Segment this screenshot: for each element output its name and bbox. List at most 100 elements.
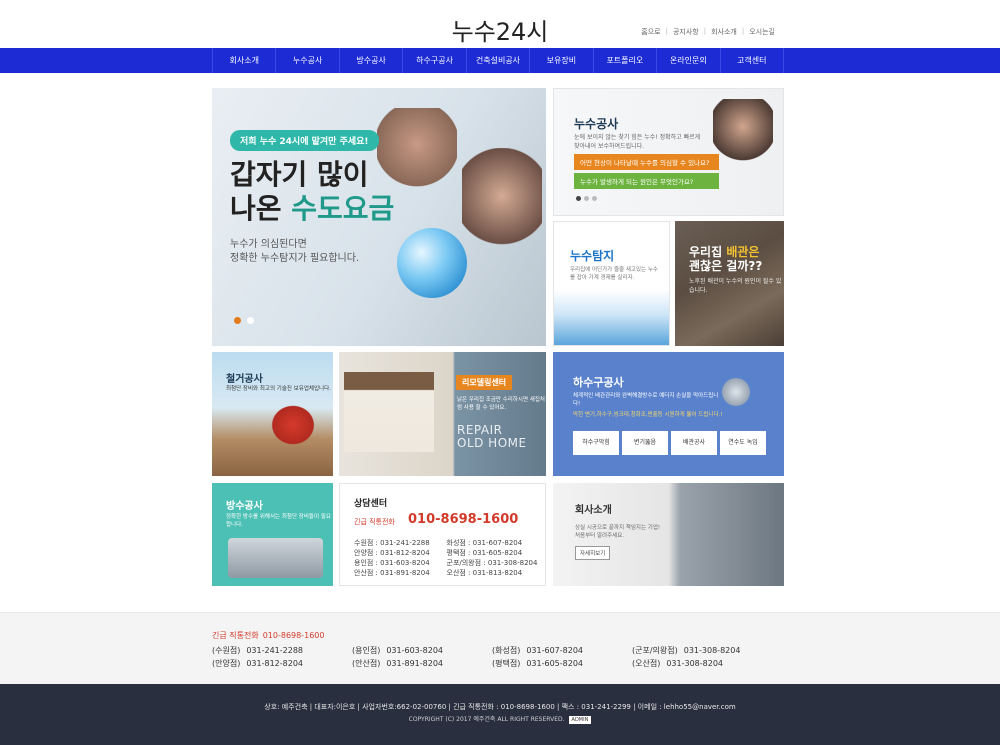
footer-copyright: COPYRIGHT (C) 2017 예주건축 ALL RIGHT RESERV…: [408, 716, 565, 723]
hero-badge: 저희 누수 24시에 맡겨만 주세요!: [230, 130, 379, 151]
pager-dot[interactable]: [584, 196, 589, 201]
remodel-banner[interactable]: 리모델링센터 낡은 우리집 조금만 수리하시면 새집처럼 사용 할 수 있어요.…: [339, 352, 546, 476]
nav-item-support[interactable]: 고객센터: [719, 48, 784, 73]
leak-pager: [576, 196, 597, 201]
footer-branch: (화성점) 031-607-8204: [492, 645, 632, 656]
separator: |: [741, 27, 745, 35]
remodel-big-text: REPAIR OLD HOME: [457, 424, 527, 450]
footer-branch-tel: 031-812-8204: [246, 659, 303, 668]
consult-center: 상담센터 긴급 직통전화 010-8698-1600 수원점 : 031-241…: [339, 483, 546, 586]
piping-button[interactable]: 배관공사: [671, 431, 717, 455]
footer-branch-grid: (수원점) 031-241-2288 (용인점) 031-603-8204 (화성점…: [212, 645, 772, 669]
branch-item: 안양점 : 031-812-8204: [354, 549, 430, 557]
footer-copyright-row: COPYRIGHT (C) 2017 예주건축 ALL RIGHT RESERV…: [0, 714, 1000, 724]
demolition-title: 철거공사: [226, 374, 263, 385]
thaw-button[interactable]: 연수도 녹임: [720, 431, 766, 455]
equipment-kit-image: [228, 538, 323, 578]
nav-item-waterproof[interactable]: 방수공사: [338, 48, 402, 73]
remodel-big-2: OLD HOME: [457, 436, 527, 450]
footer-branch-name: (수원점): [212, 646, 241, 655]
nav-item-sewer[interactable]: 하수구공사: [402, 48, 465, 73]
waterproof-banner[interactable]: 방수공사 정확한 방수를 위해서는 최첨단 장비들이 필요합니다.: [212, 483, 333, 586]
consult-emergency-tel[interactable]: 010-8698-1600: [408, 512, 518, 527]
hero-headline-highlight: 수도요금: [291, 192, 395, 225]
hero-sub-line2: 정확한 누수탐지가 필요합니다.: [230, 253, 360, 264]
footer-branch-name: (오산점): [632, 659, 661, 668]
pager-dot[interactable]: [247, 317, 254, 324]
demolition-banner[interactable]: 철거공사 최첨단 장비와 최고의 기술진 보유업체입니다.: [212, 352, 333, 476]
hero-headline-line1: 갑자기 많이: [230, 158, 369, 191]
detect-banner[interactable]: 누수탐지 우리집에 어딘가가 줄줄 새고있는 누수를 잡아 가계 경제를 살리자…: [553, 221, 670, 346]
top-link-notice[interactable]: 공지사항: [673, 27, 699, 37]
leak-banner[interactable]: 누수공사 눈에 보이지 않는 찾기 힘든 누수! 정확하고 빠르게 찾아내어 보…: [553, 88, 784, 216]
waterproof-desc: 정확한 방수를 위해서는 최첨단 장비들이 필요합니다.: [226, 514, 331, 528]
leak-title: 누수공사: [574, 117, 619, 131]
admin-button[interactable]: ADMIN: [568, 716, 592, 724]
hero-banner[interactable]: 저희 누수 24시에 맡겨만 주세요! 갑자기 많이 나온 수도요금 누수가 의…: [212, 88, 546, 346]
detect-desc: 우리집에 어딘가가 줄줄 새고있는 누수를 잡아 가계 경제를 살리자.: [570, 267, 658, 281]
leak-question-1[interactable]: 어떤 현상이 나타날때 누수를 의심할 수 있나요?: [574, 154, 719, 170]
top-link-home[interactable]: 홈으로: [641, 27, 660, 37]
remodel-desc: 낡은 우리집 조금만 수리하시면 새집처럼 사용 할 수 있어요.: [457, 397, 545, 411]
footer-contact: 긴급 직통전화 010-8698-1600 (수원점) 031-241-2288 (…: [0, 612, 1000, 684]
footer-branch-tel: 031-308-8204: [683, 646, 741, 655]
footer-emergency: 긴급 직통전화 010-8698-1600: [212, 630, 324, 641]
leak-question-2[interactable]: 누수가 발생하게 되는 원인은 무엇인가요?: [574, 173, 719, 189]
company-banner[interactable]: 회사소개 상실 시공으로 끝까지 책임지는 기업! 처음부터 알려주세요. 자세…: [553, 483, 784, 586]
footer-branch-tel: 031-891-8204: [386, 659, 443, 668]
branch-item: 용인점 : 031-603-8204: [354, 559, 430, 567]
pager-dot[interactable]: [592, 196, 597, 201]
sewer-desc: 체계적인 배관관리와 완벽해결방수로 예더지 손실을 막아드립니다!: [573, 393, 719, 407]
branch-item: 안산점 : 031-891-8204: [354, 569, 430, 577]
nav-item-about[interactable]: 회사소개: [212, 48, 275, 73]
pipe-title-1b: 배관은: [726, 245, 760, 259]
hero-pager: [234, 317, 254, 324]
branch-list: 수원점 : 031-241-2288 화성점 : 031-607-8204 안양…: [354, 538, 539, 578]
pager-dot-active[interactable]: [576, 196, 581, 201]
consult-title: 상담센터: [354, 499, 388, 509]
pipe-banner[interactable]: 우리집 배관은 괜찮은 걸까?? 노후된 배관이 누수의 원인이 될수 있습니다…: [675, 221, 784, 346]
nav-item-leak[interactable]: 누수공사: [275, 48, 338, 73]
pager-dot-active[interactable]: [234, 317, 241, 324]
nav-item-inquiry[interactable]: 온라인문의: [656, 48, 719, 73]
company-desc-1: 상실 시공으로 끝까지 책임지는 기업!: [575, 525, 661, 531]
top-links: 홈으로 | 공지사항 | 회사소개 | 오시는길: [641, 27, 775, 37]
sewer-title: 하수구공사: [573, 376, 624, 389]
hero-woman-image: [462, 148, 542, 308]
pipe-title-2: 괜찮은 걸까??: [689, 259, 763, 273]
demolition-desc: 최첨단 장비와 최고의 기술진 보유업체입니다.: [226, 386, 331, 392]
company-more-button[interactable]: 자세히보기: [575, 546, 611, 560]
separator: |: [703, 27, 707, 35]
footer-branch-tel: 031-605-8204: [526, 659, 583, 668]
separator: |: [665, 27, 668, 35]
sewer-clog-button[interactable]: 하수구막힘: [573, 431, 619, 455]
top-link-directions[interactable]: 오시는길: [749, 27, 775, 37]
detect-title: 누수탐지: [570, 249, 615, 263]
footer-branch-name: (용인점): [352, 646, 381, 655]
branch-item: 화성점 : 031-607-8204: [446, 539, 523, 547]
branch-item: 평택점 : 031-605-8204: [446, 549, 523, 557]
site-logo[interactable]: 누수24시: [0, 12, 1000, 47]
toilet-unclog-button[interactable]: 변기뚫음: [622, 431, 668, 455]
nav-item-equipment[interactable]: 보유장비: [529, 48, 592, 73]
pipe-title-1a: 우리집: [689, 245, 727, 259]
footer-branch-name: (평택점): [492, 659, 521, 668]
nav-item-portfolio[interactable]: 포트폴리오: [592, 48, 656, 73]
nav-item-building[interactable]: 건축설비공사: [465, 48, 529, 73]
pipe-desc: 노후된 배관이 누수의 원인이 될수 있습니다.: [689, 278, 782, 294]
main-nav: 회사소개 누수공사 방수공사 하수구공사 건축설비공사 보유장비 포트폴리오 온…: [0, 48, 1000, 73]
footer-emergency-label: 긴급 직통전화: [212, 631, 259, 640]
sewer-desc-highlight: 막힌 변기,하수구,씽크대,청화조,맨홀등 시원하게 뚫어 드립니다.!: [573, 412, 723, 418]
top-link-about[interactable]: 회사소개: [711, 27, 737, 37]
footer-branch-name: (군포/의왕점): [632, 646, 678, 655]
company-desc-2: 처음부터 알려주세요.: [575, 533, 625, 539]
house-image: [344, 372, 434, 452]
pipe-title: 우리집 배관은 괜찮은 걸까??: [689, 245, 762, 273]
header: 누수24시 홈으로 | 공지사항 | 회사소개 | 오시는길: [0, 0, 1000, 48]
excavator-image: [257, 392, 317, 447]
footer-emergency-tel[interactable]: 010-8698-1600: [263, 631, 325, 640]
footer-branch-tel: 031-308-8204: [666, 659, 723, 668]
sewer-buttons: 하수구막힘 변기뚫음 배관공사 연수도 녹임: [573, 431, 766, 455]
water-globe-image: [397, 228, 467, 298]
footer-branch: (군포/의왕점) 031-308-8204: [632, 645, 772, 656]
